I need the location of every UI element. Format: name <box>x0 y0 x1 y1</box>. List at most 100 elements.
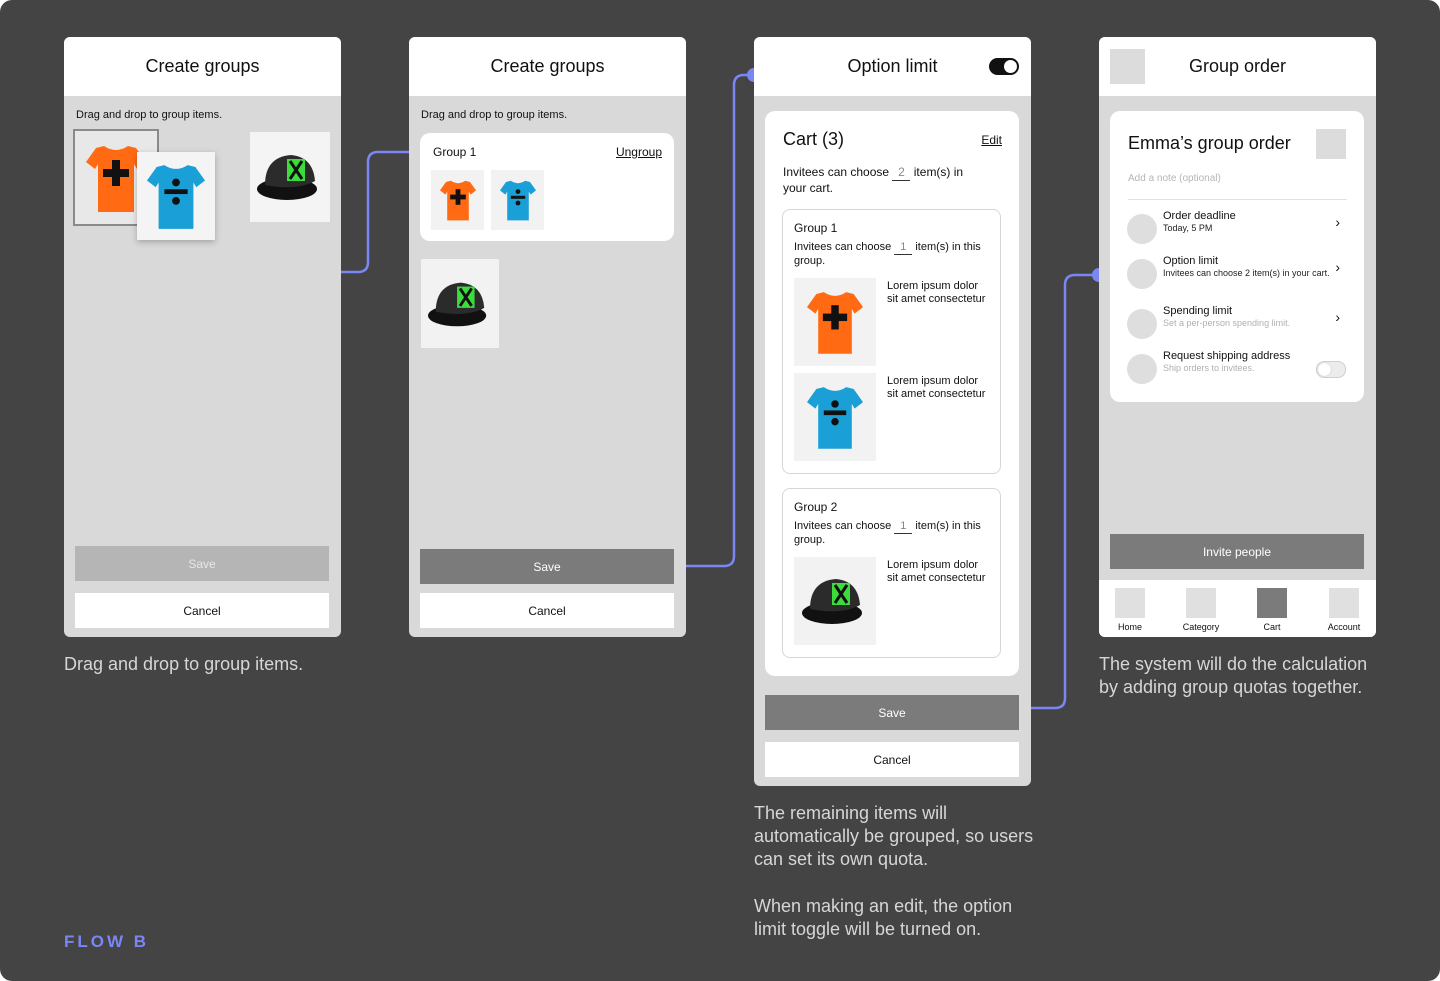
row-title: Option limit <box>1163 255 1219 267</box>
row-spending-limit[interactable]: Spending limit Set a per-person spending… <box>1127 303 1346 343</box>
save-button[interactable]: Save <box>420 549 674 584</box>
tab-cart[interactable]: Cart <box>1252 588 1292 632</box>
row-icon-placeholder <box>1127 309 1157 339</box>
group-quota-text: Invitees can choose 1 item(s) in this gr… <box>794 241 981 267</box>
header: Create groups <box>64 37 341 96</box>
row-icon-placeholder <box>1127 354 1157 384</box>
tab-home[interactable]: Home <box>1110 588 1150 632</box>
caption-screen-1: Drag and drop to group items. <box>64 654 304 674</box>
group-item-black-cap <box>794 557 876 645</box>
group-name: Group 1 <box>794 221 838 235</box>
black-cap-x-icon <box>428 282 487 326</box>
tab-category[interactable]: Category <box>1181 588 1221 632</box>
header: Option limit <box>754 37 1031 96</box>
caption-screen-4: The system will do the calculation by ad… <box>1099 654 1368 697</box>
category-icon <box>1186 588 1216 618</box>
ungroup-link[interactable]: Ungroup <box>616 145 662 159</box>
blue-tshirt-divide-icon <box>147 165 205 229</box>
header: Create groups <box>409 37 686 96</box>
page-title: Option limit <box>847 56 938 76</box>
cart-quota-input[interactable]: 2 <box>892 165 911 181</box>
group-item-blue-tshirt <box>794 373 876 461</box>
connector-2 <box>675 73 754 568</box>
order-title: Emma’s group order <box>1128 133 1291 153</box>
group-1-card[interactable]: Group 1 Ungroup <box>420 133 674 241</box>
orange-tshirt-plus-icon <box>807 292 863 354</box>
order-image-placeholder <box>1316 129 1346 159</box>
drag-hint: Drag and drop to group items. <box>421 109 568 121</box>
row-subtitle: Set a per-person spending limit. <box>1163 318 1291 328</box>
item-description: Lorem ipsum dolor sit amet consectetur <box>887 375 986 400</box>
save-button[interactable]: Save <box>75 546 329 581</box>
bottom-tab-bar: Home Category Cart Account <box>1099 580 1376 637</box>
screen-group-order: Group order Emma’s group order Add a not… <box>1099 37 1376 637</box>
tab-label: Cart <box>1263 622 1281 632</box>
cancel-button[interactable]: Cancel <box>420 593 674 628</box>
blue-tshirt-divide-icon <box>807 387 863 449</box>
chevron-right-icon: › <box>1335 259 1340 275</box>
screen-option-limit: Option limit Cart (3) Edit Invitees can … <box>754 37 1031 786</box>
row-subtitle: Ship orders to invitees. <box>1163 363 1255 373</box>
row-option-limit[interactable]: Option limit Invitees can choose 2 item(… <box>1127 253 1346 293</box>
chevron-right-icon: › <box>1335 214 1340 230</box>
row-subtitle: Today, 5 PM <box>1163 223 1213 233</box>
group-quota-input[interactable]: 1 <box>894 241 913 255</box>
black-cap-x-icon <box>802 579 862 624</box>
cancel-button[interactable]: Cancel <box>75 593 329 628</box>
page-title: Create groups <box>490 56 605 76</box>
grouped-item-blue-tshirt[interactable] <box>491 170 544 230</box>
chevron-right-icon: › <box>1335 309 1340 325</box>
account-icon <box>1329 588 1359 618</box>
group-1-box: Group 1 Invitees can choose 1 item(s) in… <box>782 209 1001 474</box>
row-title: Request shipping address <box>1163 350 1291 362</box>
cart-title: Cart (3) <box>783 129 845 149</box>
group-quota-input[interactable]: 1 <box>894 520 913 534</box>
blue-tshirt-divide-icon <box>499 180 536 221</box>
tab-label: Home <box>1117 622 1142 632</box>
home-icon <box>1115 588 1145 618</box>
save-button[interactable]: Save <box>765 695 1019 730</box>
item-black-cap[interactable] <box>421 259 499 348</box>
shipping-toggle[interactable] <box>1316 361 1346 378</box>
edit-link[interactable]: Edit <box>981 133 1002 147</box>
screen-create-groups-2: Create groups Drag and drop to group ite… <box>409 37 686 637</box>
item-description: Lorem ipsum dolor sit amet consectetur <box>887 559 986 584</box>
tab-label: Account <box>1327 622 1361 632</box>
group-label: Group 1 <box>433 145 477 159</box>
connector-3 <box>1019 273 1099 710</box>
group-quota-text: Invitees can choose 1 item(s) in this gr… <box>794 520 981 546</box>
grouped-item-orange-tshirt[interactable] <box>431 170 484 230</box>
row-request-shipping: Request shipping address Ship orders to … <box>1127 348 1346 388</box>
cart-quota-text: Invitees can choose 2 item(s) in your ca… <box>783 165 964 195</box>
screen-create-groups-1: Create groups Drag and drop to group ite… <box>64 37 341 637</box>
header: Group order <box>1099 37 1376 96</box>
row-order-deadline[interactable]: Order deadline Today, 5 PM › <box>1127 208 1346 248</box>
group-item-orange-tshirt <box>794 278 876 366</box>
item-description: Lorem ipsum dolor sit amet consectetur <box>887 280 986 305</box>
flow-board: Create groups Drag and drop to group ite… <box>0 0 1440 981</box>
invite-people-button[interactable]: Invite people <box>1110 534 1364 569</box>
toggle-knob <box>1318 363 1331 376</box>
row-title: Spending limit <box>1163 305 1233 317</box>
group-name: Group 2 <box>794 500 838 514</box>
back-placeholder-icon[interactable] <box>1110 49 1145 84</box>
option-limit-toggle[interactable] <box>989 58 1019 75</box>
caption-screen-3a: The remaining items will automatically b… <box>754 803 1034 869</box>
flow-label: FLOW B <box>64 932 150 951</box>
page-title: Create groups <box>145 56 260 76</box>
cancel-button[interactable]: Cancel <box>765 742 1019 777</box>
divider <box>1128 199 1347 200</box>
note-input[interactable]: Add a note (optional) <box>1128 173 1221 184</box>
item-blue-tshirt-dragging[interactable] <box>137 152 215 240</box>
item-black-cap[interactable] <box>250 132 330 222</box>
cart-icon <box>1257 588 1287 618</box>
row-icon-placeholder <box>1127 259 1157 289</box>
group-2-box: Group 2 Invitees can choose 1 item(s) in… <box>782 488 1001 658</box>
toggle-knob <box>1004 60 1017 73</box>
black-cap-x-icon <box>257 155 317 200</box>
orange-tshirt-plus-icon <box>439 180 476 221</box>
tab-account[interactable]: Account <box>1324 588 1364 632</box>
drag-hint: Drag and drop to group items. <box>76 109 223 121</box>
row-title: Order deadline <box>1163 210 1236 222</box>
page-title: Group order <box>1188 56 1287 76</box>
